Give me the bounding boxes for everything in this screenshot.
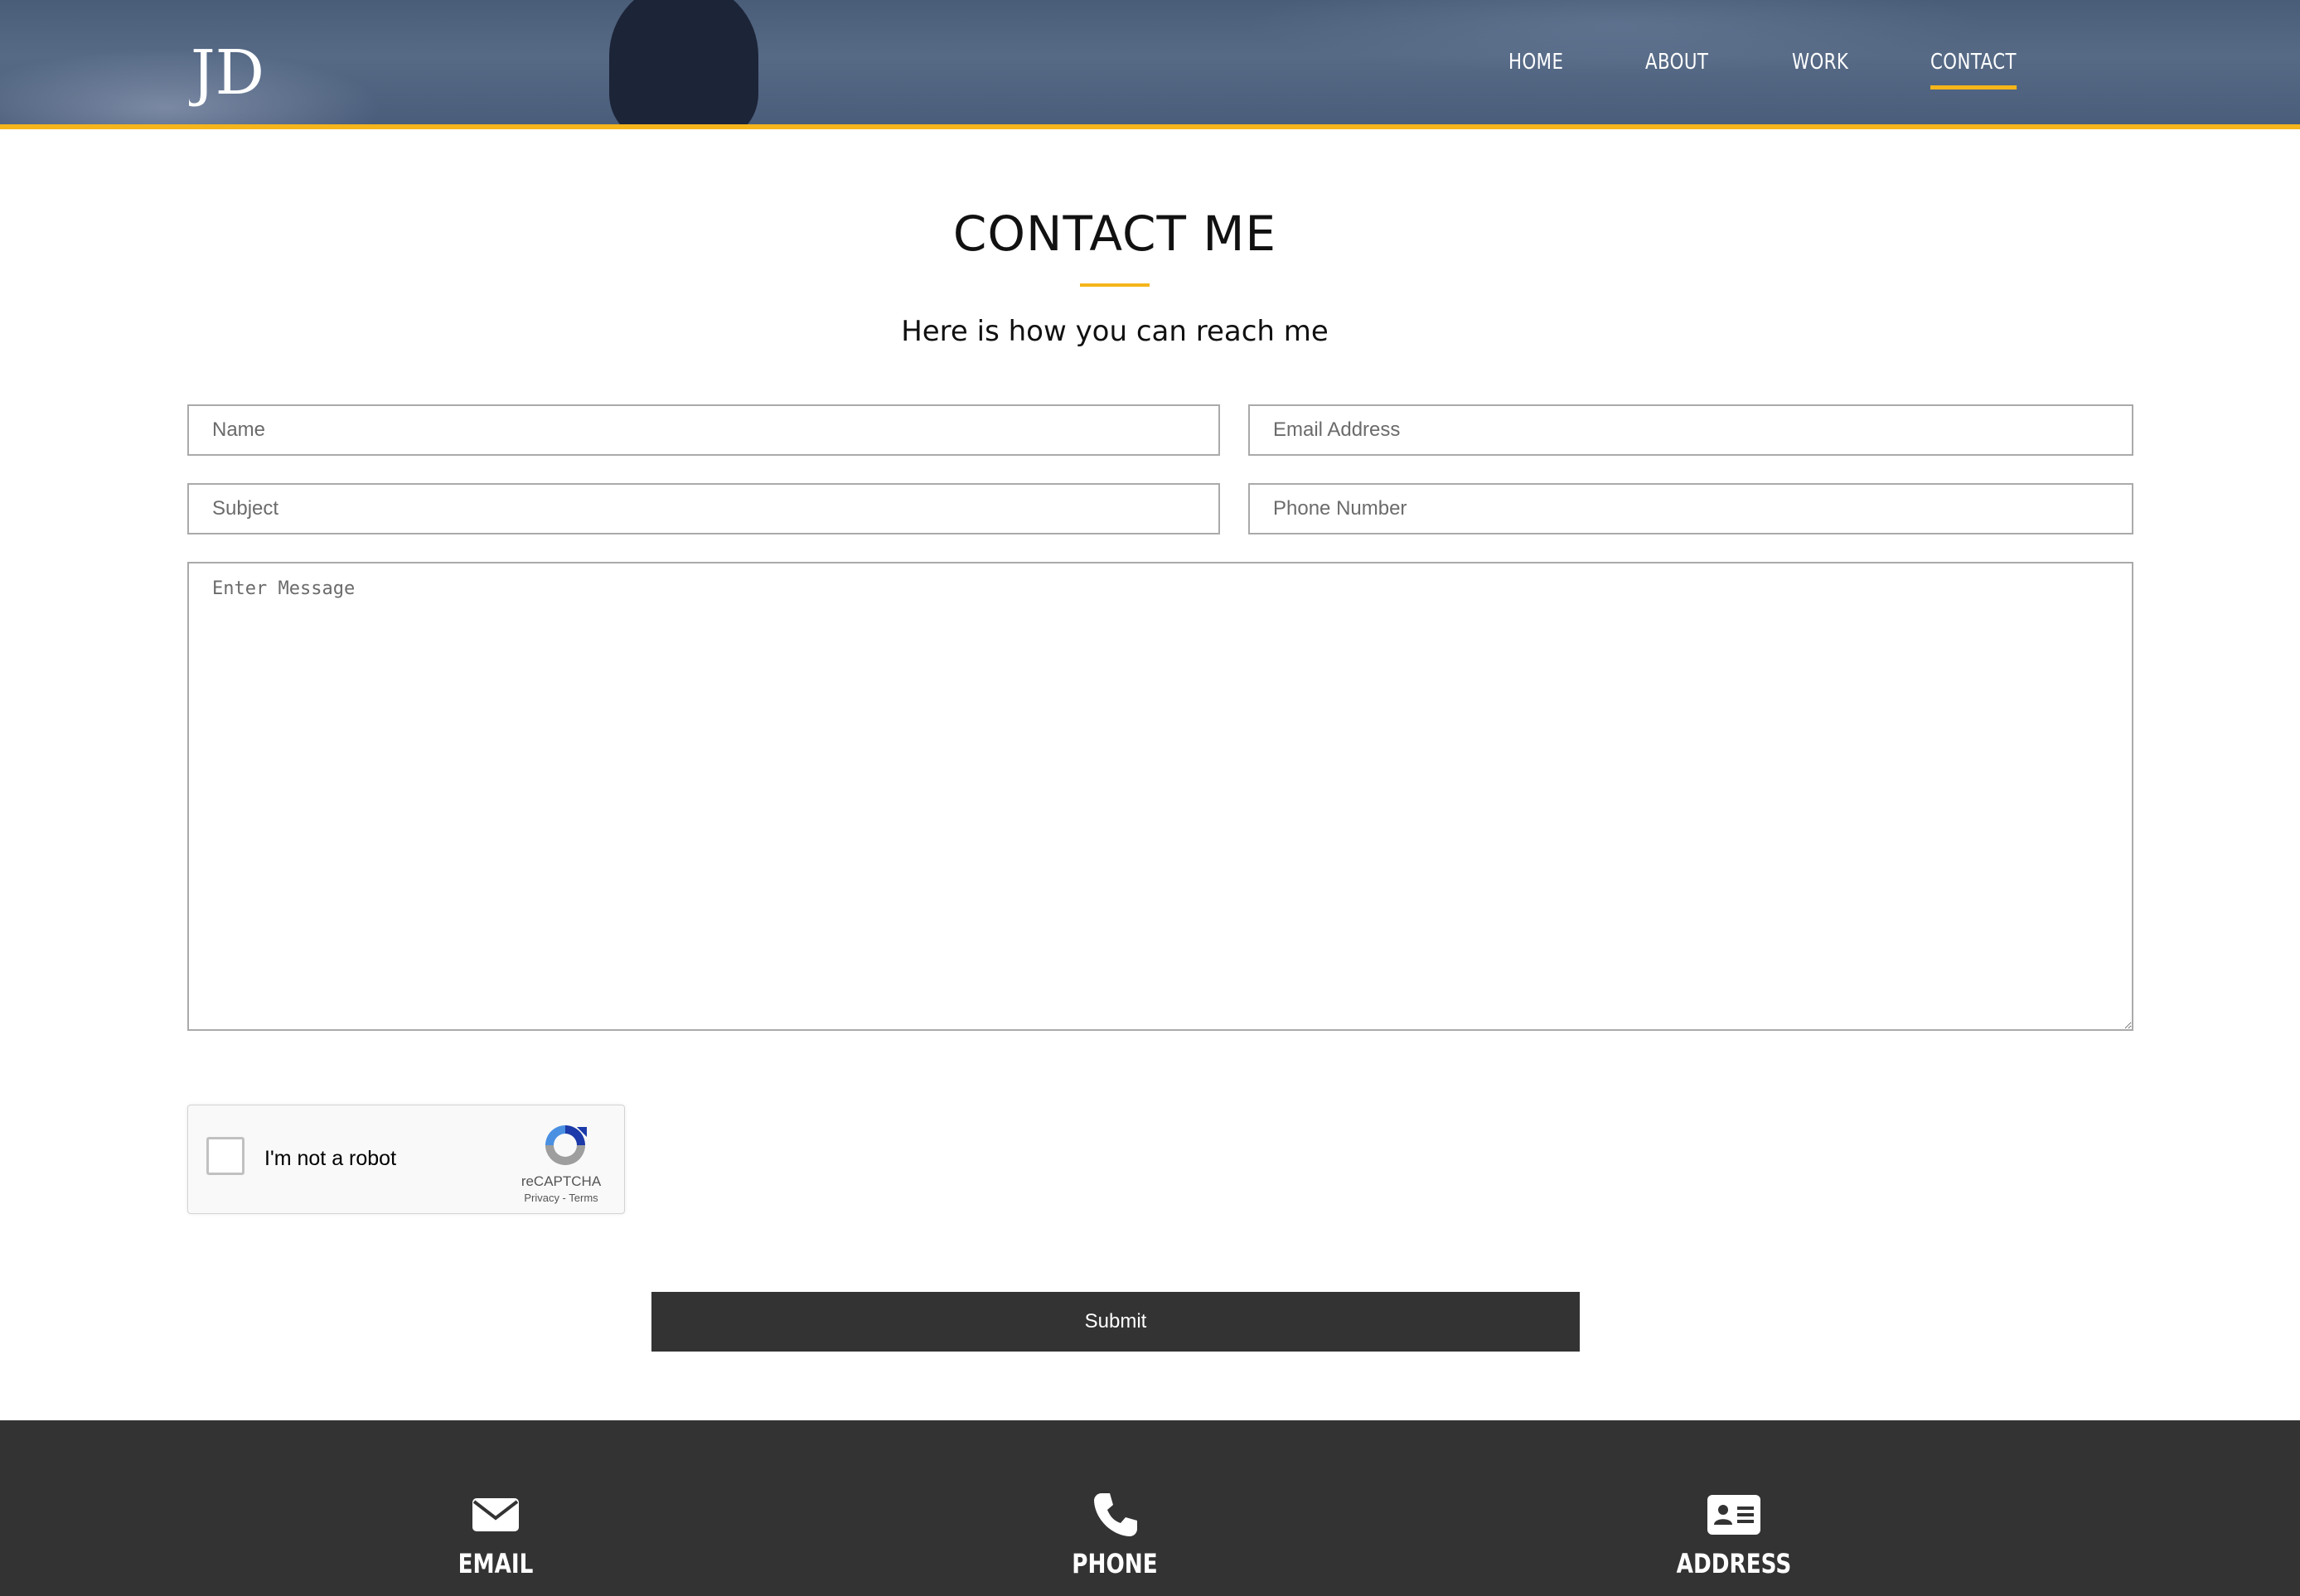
phone-icon bbox=[1094, 1493, 1137, 1536]
envelope-icon bbox=[472, 1498, 519, 1531]
footer-address[interactable]: ADDRESS bbox=[1610, 1490, 1858, 1579]
header-person-silhouette bbox=[609, 0, 758, 124]
email-input[interactable] bbox=[1248, 404, 2133, 456]
footer-phone[interactable]: PHONE bbox=[990, 1490, 1239, 1579]
nav-contact[interactable]: CONTACT bbox=[1930, 50, 2017, 89]
site-header: JD HOME ABOUT WORK CONTACT bbox=[0, 0, 2300, 129]
recaptcha-links[interactable]: Privacy - Terms bbox=[503, 1192, 619, 1204]
message-textarea[interactable] bbox=[187, 562, 2133, 1031]
submit-button[interactable]: Submit bbox=[651, 1292, 1580, 1352]
footer-email[interactable]: EMAIL bbox=[371, 1490, 620, 1579]
logo-text: JD bbox=[189, 37, 264, 109]
nav-about[interactable]: ABOUT bbox=[1645, 50, 1708, 75]
main-nav: HOME ABOUT WORK CONTACT bbox=[1508, 0, 2105, 124]
footer-email-label: EMAIL bbox=[458, 1548, 534, 1579]
nav-work[interactable]: WORK bbox=[1792, 50, 1848, 75]
page-subtitle: Here is how you can reach me bbox=[901, 315, 1329, 348]
footer-address-label: ADDRESS bbox=[1676, 1548, 1792, 1579]
nav-home[interactable]: HOME bbox=[1508, 50, 1563, 75]
page-title: CONTACT ME bbox=[952, 206, 1277, 262]
footer-phone-label: PHONE bbox=[1072, 1548, 1158, 1579]
phone-input[interactable] bbox=[1248, 483, 2133, 534]
subject-input[interactable] bbox=[187, 483, 1220, 534]
site-footer: EMAIL PHONE ADDRESS bbox=[0, 1420, 2300, 1596]
recaptcha-label: I'm not a robot bbox=[264, 1147, 397, 1170]
name-input[interactable] bbox=[187, 404, 1220, 456]
address-card-icon bbox=[1707, 1495, 1760, 1535]
recaptcha-widget: I'm not a robot reCAPTCHA Privacy - Term… bbox=[187, 1105, 625, 1214]
site-logo[interactable]: JD bbox=[189, 37, 287, 112]
recaptcha-brand: reCAPTCHA bbox=[521, 1173, 602, 1189]
recaptcha-logo-icon bbox=[520, 1120, 611, 1174]
title-divider bbox=[1080, 283, 1150, 287]
recaptcha-checkbox[interactable] bbox=[206, 1137, 245, 1175]
